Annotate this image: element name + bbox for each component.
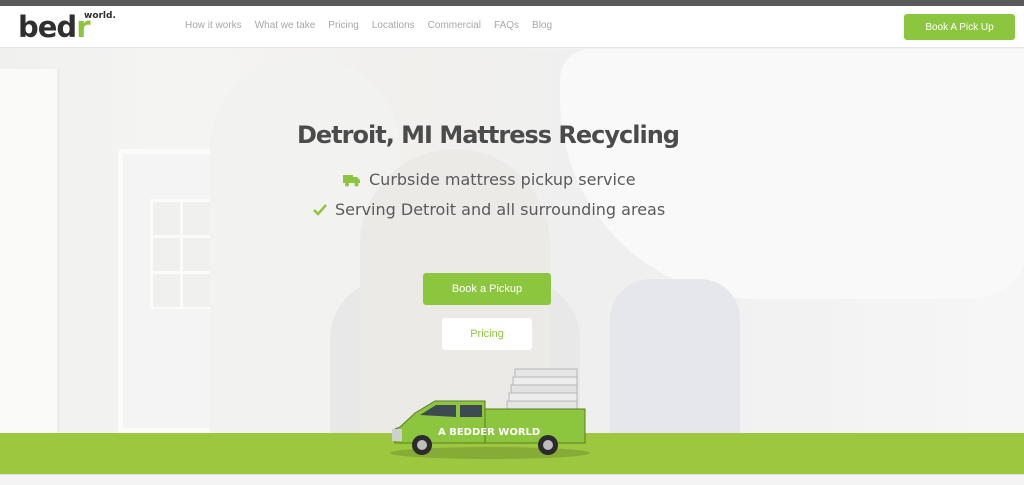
pricing-button[interactable]: Pricing [442,318,532,350]
book-pick-up-button[interactable]: Book A Pick Up [904,14,1015,40]
feature-pickup-text: Curbside mattress pickup service [369,170,636,189]
nav-locations[interactable]: Locations [372,20,415,31]
hero-title: Detroit, MI Mattress Recycling [297,121,680,149]
feature-service-area-text: Serving Detroit and all surrounding area… [335,200,666,219]
feature-service-area: Serving Detroit and all surrounding area… [313,200,665,219]
logo-superscript: world. [84,11,116,21]
nav-commercial[interactable]: Commercial [428,20,481,31]
nav-pricing[interactable]: Pricing [328,20,359,31]
truck-lettering: A BEDDER WORLD [438,427,540,438]
nav-faqs[interactable]: FAQs [494,20,519,31]
page-bottom-strip [0,474,1024,485]
logo-wordmark: bedr [18,10,91,44]
nav-how-it-works[interactable]: How it works [185,20,242,31]
truck-icon [343,173,361,187]
nav-what-we-take[interactable]: What we take [255,20,316,31]
book-a-pickup-button[interactable]: Book a Pickup [423,273,551,305]
truck-illustration: A BEDDER WORLD [380,365,600,460]
bedr-world-logo[interactable]: bedr world. [18,10,118,46]
feature-pickup: Curbside mattress pickup service [343,170,636,189]
check-icon [313,203,327,216]
site-header: bedr world. How it works What we take Pr… [0,6,1024,48]
main-nav: How it works What we take Pricing Locati… [185,20,552,31]
nav-blog[interactable]: Blog [532,20,552,31]
